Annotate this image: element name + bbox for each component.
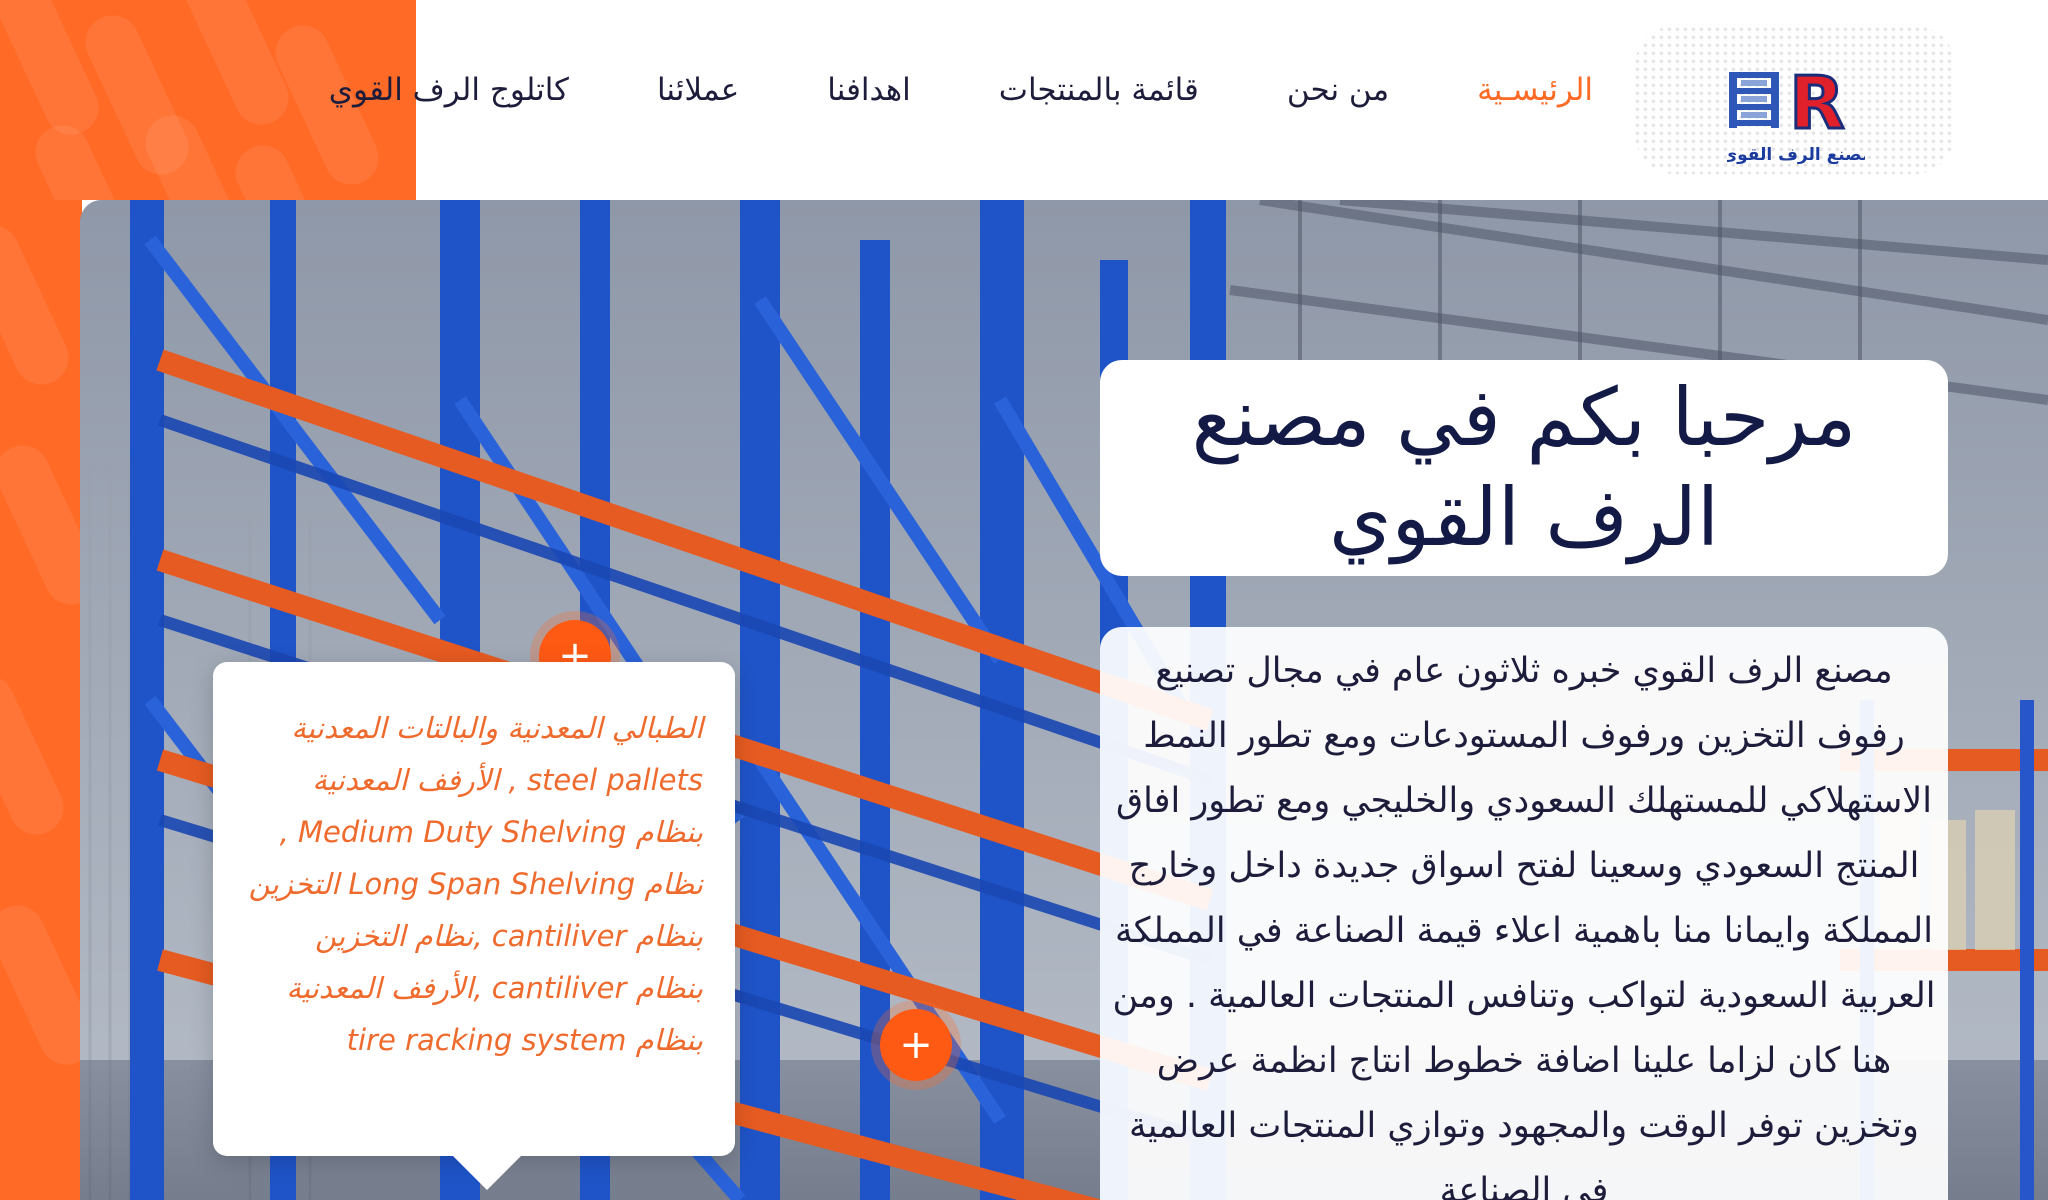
site-logo[interactable]: R مصنع الرف القوى xyxy=(1635,26,1955,174)
nav-catalog[interactable]: كاتلوج الرف القوي xyxy=(285,72,613,108)
svg-text:R: R xyxy=(1789,68,1844,145)
plus-icon: + xyxy=(899,1022,933,1068)
hero-section: مرحبا بكم في مصنع الرف القوي مصنع الرف ا… xyxy=(80,200,2048,1200)
product-tooltip: الطبالي المعدنية والبالتات المعدنية stee… xyxy=(213,662,735,1190)
nav-clients[interactable]: عملائنا xyxy=(613,72,783,108)
logo-text: مصنع الرف القوى xyxy=(1727,145,1865,165)
tooltip-text: الطبالي المعدنية والبالتات المعدنية stee… xyxy=(248,711,703,1057)
orange-side-strip xyxy=(0,200,82,1200)
hotspot-bottom-plus-button[interactable]: + xyxy=(880,1009,952,1081)
hero-title: مرحبا بكم في مصنع الرف القوي xyxy=(1191,371,1857,564)
hero-description-box: مصنع الرف القوي خبره ثلاثون عام في مجال … xyxy=(1100,627,1948,1200)
nav-about[interactable]: من نحن xyxy=(1243,72,1433,108)
nav-home[interactable]: الرئيسـية xyxy=(1433,72,1593,108)
main-navigation: الرئيسـية من نحن قائمة بالمنتجات اهدافنا… xyxy=(285,72,1593,108)
site-header: الرئيسـية من نحن قائمة بالمنتجات اهدافنا… xyxy=(0,0,2048,200)
nav-goals[interactable]: اهدافنا xyxy=(783,72,954,108)
nav-products[interactable]: قائمة بالمنتجات xyxy=(955,72,1243,108)
logo-mark-icon: R مصنع الرف القوى xyxy=(1727,68,1865,165)
hero-description: مصنع الرف القوي خبره ثلاثون عام في مجال … xyxy=(1112,651,1936,1200)
hero-title-box: مرحبا بكم في مصنع الرف القوي xyxy=(1100,360,1948,576)
